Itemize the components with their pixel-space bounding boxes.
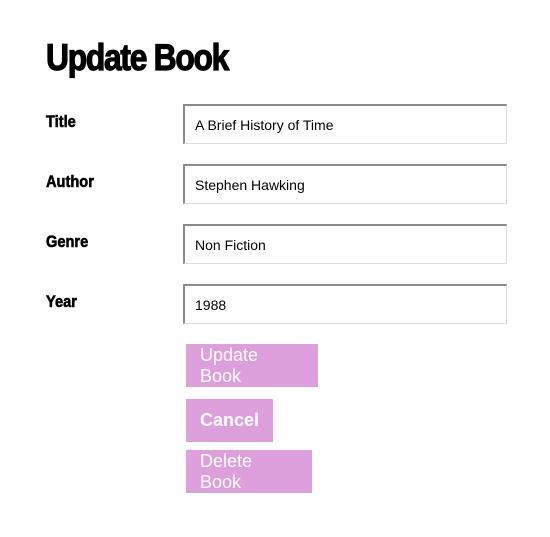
author-input[interactable] [183,164,507,204]
cancel-button[interactable]: Cancel [186,399,273,442]
genre-label: Genre [46,232,89,252]
update-book-button[interactable]: Update Book [186,344,318,387]
title-row: Title [46,104,507,144]
author-label: Author [46,172,94,192]
delete-book-button[interactable]: Delete Book [186,450,312,493]
genre-input[interactable] [183,224,507,264]
update-book-page: Update Book Title Author Genre Year Upda… [0,0,550,537]
author-row: Author [46,164,507,204]
year-input[interactable] [183,284,507,324]
year-label: Year [46,292,77,312]
page-title: Update Book [45,36,229,78]
year-row: Year [46,284,507,324]
genre-row: Genre [46,224,507,264]
title-label: Title [46,112,76,132]
title-input[interactable] [183,104,507,144]
